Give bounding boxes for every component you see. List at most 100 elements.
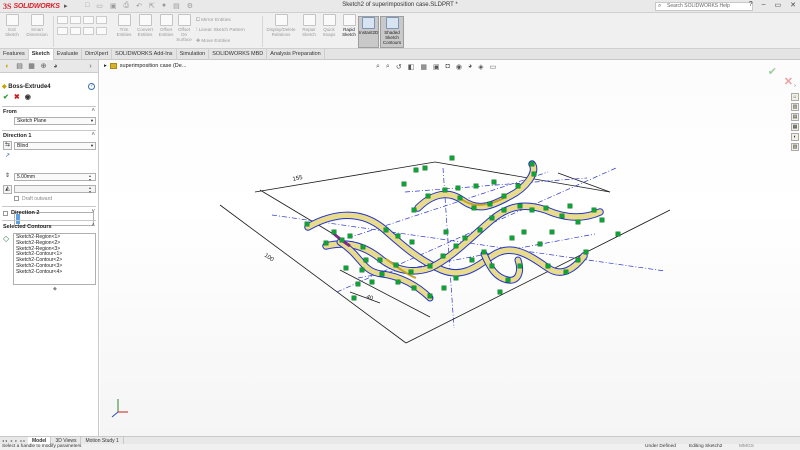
rectangle-icon[interactable] [70, 16, 81, 24]
relation-marker[interactable] [425, 193, 431, 199]
contour-item[interactable]: Sketch2-Contour<4> [16, 269, 93, 276]
unit-system[interactable]: MMGS [739, 444, 754, 450]
relation-marker[interactable] [457, 195, 463, 201]
relation-marker[interactable] [379, 271, 385, 277]
relation-marker[interactable] [481, 249, 487, 255]
relation-marker[interactable] [455, 185, 461, 191]
relation-marker[interactable] [615, 231, 621, 237]
collapse-caret-icon[interactable]: ˄ [91, 132, 95, 138]
relation-marker[interactable] [351, 295, 357, 301]
relation-marker[interactable] [471, 205, 477, 211]
slot-icon[interactable] [83, 16, 94, 24]
draft-angle-input[interactable]: ▲ ▼ [14, 185, 96, 194]
relation-marker[interactable] [505, 277, 511, 283]
relation-marker[interactable] [395, 279, 401, 285]
relation-marker[interactable] [449, 155, 455, 161]
relation-marker[interactable] [343, 265, 349, 271]
shaded-sketch-contours-button[interactable]: Shaded Sketch Contours [380, 16, 404, 48]
relation-marker[interactable] [383, 227, 389, 233]
relation-marker[interactable] [339, 237, 345, 243]
relation-marker[interactable] [369, 279, 375, 285]
relation-marker[interactable] [509, 235, 515, 241]
feature-manager-icon[interactable]: ◐ [3, 62, 12, 71]
relation-marker[interactable] [427, 293, 433, 299]
tab-features[interactable]: Features [0, 49, 29, 60]
property-manager-icon[interactable]: ▤ [15, 62, 24, 71]
point-icon[interactable] [96, 27, 107, 35]
relation-marker[interactable] [575, 257, 581, 263]
relation-marker[interactable] [491, 179, 497, 185]
smart-dimension-button[interactable]: Smart Dimension [25, 14, 49, 37]
relation-marker[interactable] [563, 269, 569, 275]
arc-icon[interactable] [70, 27, 81, 35]
configuration-manager-icon[interactable]: ▦ [27, 62, 36, 71]
display-manager-icon[interactable]: ◕ [51, 62, 60, 71]
line-icon[interactable] [57, 16, 68, 24]
resize-grip[interactable]: ◆ [53, 286, 57, 292]
relation-marker[interactable] [442, 187, 448, 193]
draft-outward-checkbox[interactable] [14, 196, 19, 201]
display-delete-relations-button[interactable]: Display/Delete Relations [266, 14, 296, 37]
relation-marker[interactable] [413, 167, 419, 173]
relation-marker[interactable] [359, 267, 365, 273]
relation-marker[interactable] [545, 263, 551, 269]
circle-icon[interactable] [57, 27, 68, 35]
expand-caret-icon[interactable]: ˅ [91, 209, 95, 215]
end-condition-select[interactable]: Blind ▼ [14, 142, 96, 150]
draft-icon[interactable]: ◭ [3, 185, 12, 194]
polygon-icon[interactable] [96, 16, 107, 24]
tab-analysis-preparation[interactable]: Analysis Preparation [267, 49, 325, 60]
cancel-x-icon[interactable]: ✖ [14, 93, 20, 101]
offset-entities-button[interactable]: Offset Entities [156, 14, 176, 37]
repair-sketch-button[interactable]: Repair Sketch [300, 14, 318, 37]
relation-marker[interactable] [441, 285, 447, 291]
dimension-label-40[interactable]: 40 [365, 294, 374, 302]
help-search-input[interactable]: ⌕ Search SOLIDWORKS Help [655, 2, 753, 11]
relation-marker[interactable] [393, 262, 399, 268]
relation-marker[interactable] [427, 263, 433, 269]
exit-sketch-button[interactable]: Exit Sketch [3, 14, 21, 37]
relation-marker[interactable] [331, 229, 337, 235]
minimize-icon[interactable]: – [762, 1, 766, 9]
move-entities-button[interactable]: ✥ Move Entities [196, 39, 230, 44]
tab-mbd[interactable]: SOLIDWORKS MBD [209, 49, 268, 60]
relation-marker[interactable] [355, 281, 361, 287]
sketch-model-canvas[interactable]: 155 100 40 [100, 60, 800, 436]
relation-marker[interactable] [537, 241, 543, 247]
graphics-area[interactable]: ▸ superimposition case (De... ⌕ ⌕ ↺ ◧ ▦ … [100, 60, 800, 436]
more-chevron-icon[interactable]: › [86, 62, 95, 71]
relation-marker[interactable] [531, 171, 537, 177]
relation-marker[interactable] [487, 201, 493, 207]
relation-marker[interactable] [543, 205, 549, 211]
reverse-direction-icon[interactable]: ⇆ [3, 141, 12, 150]
relation-marker[interactable] [515, 183, 521, 189]
relation-marker[interactable] [497, 289, 503, 295]
relation-marker[interactable] [453, 243, 459, 249]
relation-marker[interactable] [440, 253, 446, 259]
relation-marker[interactable] [567, 203, 573, 209]
collapse-caret-icon[interactable]: ˄ [91, 223, 95, 229]
restore-icon[interactable]: ▭ [775, 1, 782, 9]
tab-simulation[interactable]: Simulation [177, 49, 210, 60]
relation-marker[interactable] [559, 213, 565, 219]
relation-marker[interactable] [469, 257, 475, 263]
selected-contours-header[interactable]: Selected Contours [3, 224, 52, 230]
relation-marker[interactable] [422, 165, 428, 171]
relation-marker[interactable] [473, 183, 479, 189]
relation-marker[interactable] [408, 269, 414, 275]
tab-dimxpert[interactable]: DimXpert [82, 49, 113, 60]
relation-marker[interactable] [443, 229, 449, 235]
help-icon[interactable]: ? [88, 83, 95, 90]
mirror-entities-button[interactable]: ⧠ Mirror Entities [196, 17, 231, 23]
offset-on-surface-button[interactable]: Offset On Surface [176, 14, 192, 42]
relation-marker[interactable] [377, 257, 383, 263]
relation-marker[interactable] [409, 239, 415, 245]
spin-buttons-icon[interactable]: ▲ ▼ [87, 186, 93, 194]
relation-marker[interactable] [347, 233, 353, 239]
tab-sketch[interactable]: Sketch [28, 49, 54, 60]
relation-marker[interactable] [395, 233, 401, 239]
instant2d-button[interactable]: Instant2D [358, 16, 379, 48]
relation-marker[interactable] [323, 240, 329, 246]
relation-marker[interactable] [521, 229, 527, 235]
relation-marker[interactable] [575, 219, 581, 225]
